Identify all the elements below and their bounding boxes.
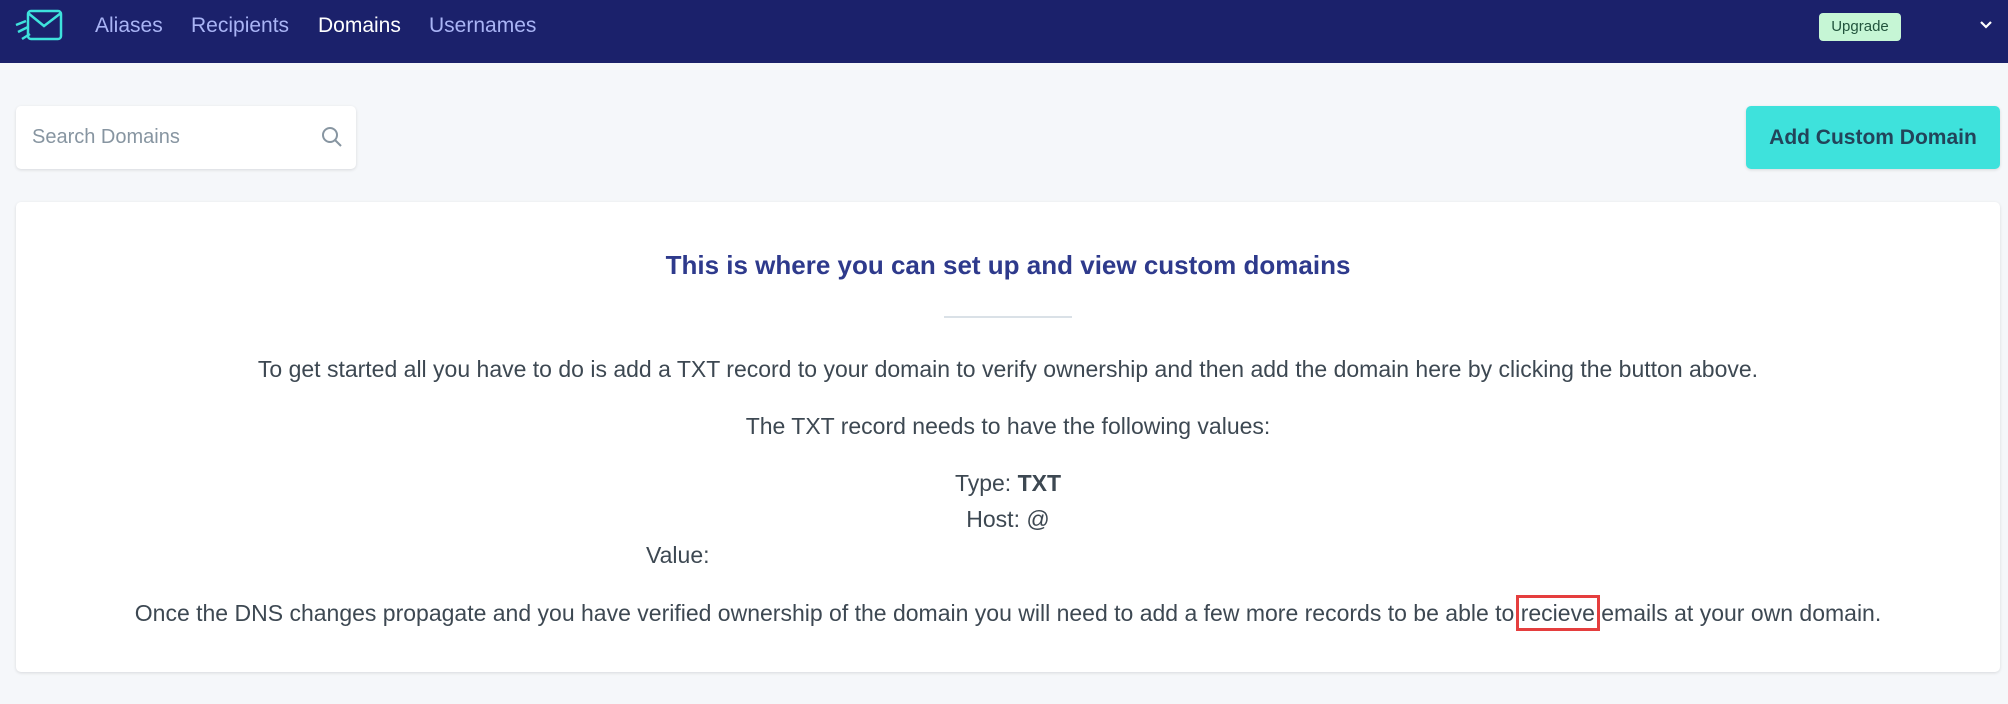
highlighted-word: recieve xyxy=(1515,595,1600,631)
host-label: Host: xyxy=(966,506,1020,532)
nav-link-usernames[interactable]: Usernames xyxy=(429,13,536,39)
outro-before: Once the DNS changes propagate and you h… xyxy=(134,600,1515,626)
search-input[interactable] xyxy=(16,106,316,169)
upgrade-badge[interactable]: Upgrade xyxy=(1819,13,1901,41)
envelope-logo-icon[interactable] xyxy=(14,8,64,46)
host-value: @ xyxy=(1026,506,1050,532)
outro-after: emails at your own domain. xyxy=(1601,600,1882,626)
record-type-line: Type: TXT xyxy=(0,468,2008,498)
nav-link-aliases[interactable]: Aliases xyxy=(95,13,163,39)
intro-text: To get started all you have to do is add… xyxy=(257,356,1759,382)
title-divider xyxy=(944,316,1072,318)
record-host-line: Host: @ xyxy=(0,504,2008,534)
type-value: TXT xyxy=(1017,470,1062,496)
nav-link-domains[interactable]: Domains xyxy=(318,13,401,39)
info-title: This is where you can set up and view cu… xyxy=(665,250,1351,280)
top-navbar: Aliases Recipients Domains Usernames Upg… xyxy=(0,0,2008,63)
value-label: Value: xyxy=(646,542,710,568)
search-box xyxy=(16,106,356,169)
type-label: Type: xyxy=(954,470,1012,496)
search-icon[interactable] xyxy=(320,125,344,149)
record-intro-text: The TXT record needs to have the followi… xyxy=(745,413,1271,439)
chevron-down-icon[interactable] xyxy=(1978,17,1994,33)
nav-link-recipients[interactable]: Recipients xyxy=(191,13,289,39)
outro-text: Once the DNS changes propagate and you h… xyxy=(0,595,2008,631)
add-custom-domain-button[interactable]: Add Custom Domain xyxy=(1746,106,2000,169)
